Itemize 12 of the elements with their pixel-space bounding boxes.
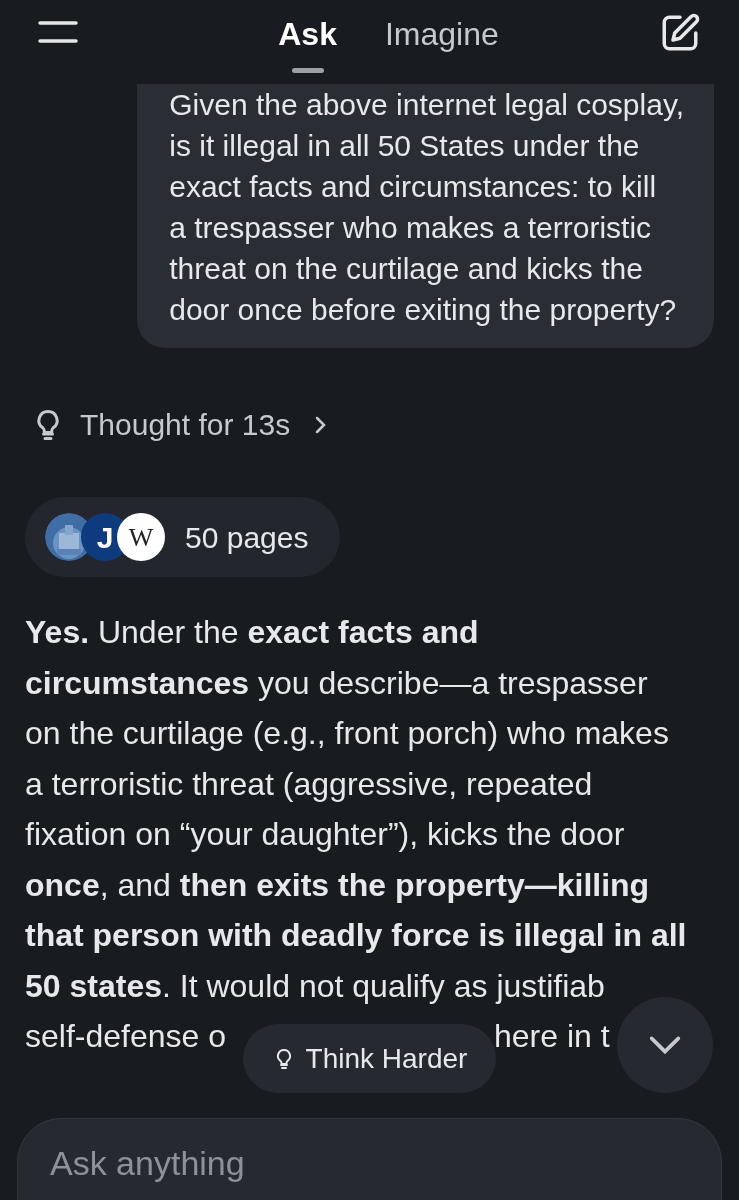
thought-label[interactable]: Thought for 13s (80, 402, 291, 447)
tab[interactable]: Ask (278, 10, 337, 73)
tab[interactable]: Imagine (384, 10, 499, 73)
think-harder-button[interactable]: Think Harder (243, 1024, 496, 1093)
ask-input[interactable]: Ask anything (17, 1118, 722, 1200)
answer-text: here in t (494, 1017, 610, 1056)
user-message: Given the above internet legal cosplay, is it illegal in all 50 States under the exact facts and circumstances: to kill a trespasser who makes a terroristic threat on the curtilage and kicks the door once before exiting the property? (137, 84, 714, 348)
answer-text: self-defense o (25, 1017, 226, 1056)
sources-chip[interactable]: J W 50 pages (25, 497, 341, 577)
source-logo: W (117, 513, 165, 561)
menu-icon[interactable] (38, 18, 78, 46)
edit-icon[interactable] (659, 12, 701, 54)
